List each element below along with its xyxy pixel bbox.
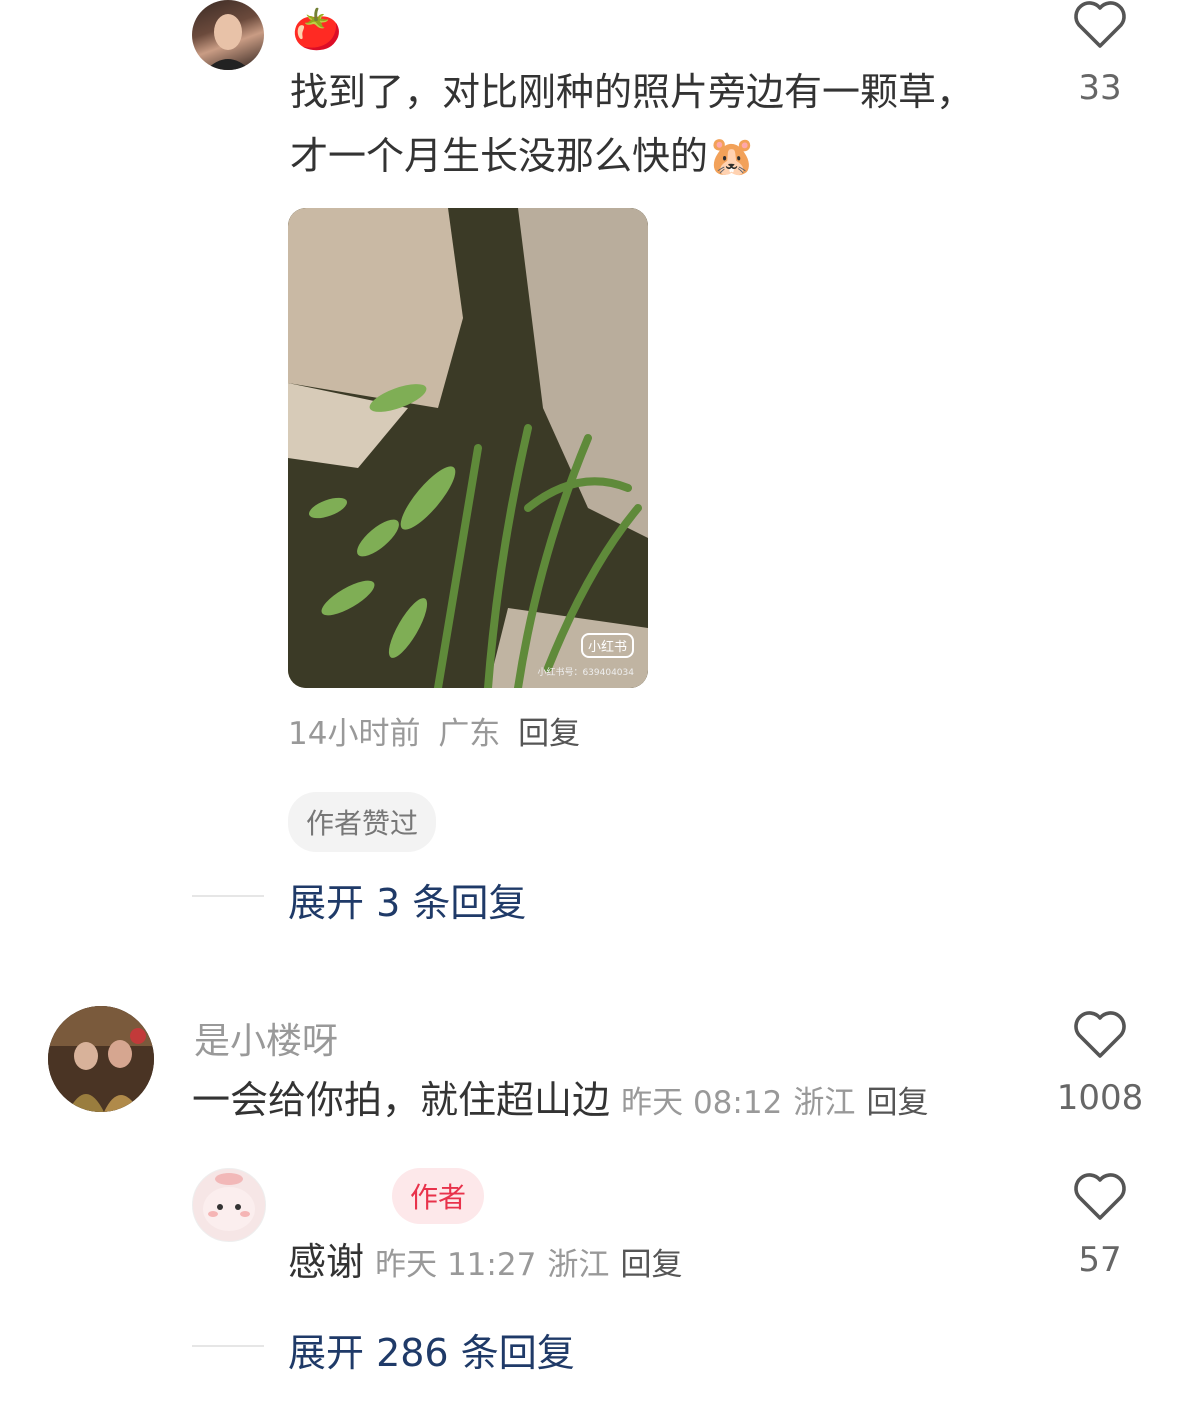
comment-meta: 14小时前 广东 回复 [288,708,580,753]
author-liked-badge: 作者赞过 [288,792,437,852]
like-button[interactable]: 57 [1020,1172,1179,1280]
image-watermark-id: 小红书号：639404034 [537,668,634,678]
comment-text-row: 一会给你拍，就住超山边 昨天 08:12 浙江 回复 [192,1068,929,1132]
comment-text-row: 感谢 昨天 11:27 浙江 回复 [288,1230,683,1294]
divider [192,1345,264,1347]
heart-outline-icon [1074,1011,1126,1058]
reply-button[interactable]: 回复 [518,716,580,752]
tomato-emoji: 🍅 [292,7,342,53]
comment-location: 浙江 [793,1085,856,1121]
comment-location: 浙江 [547,1247,610,1283]
comment-body: 感谢 [288,1240,365,1284]
like-count: 33 [1078,68,1122,108]
heart-outline-icon [1074,1,1126,48]
like-count: 57 [1078,1240,1122,1280]
like-button[interactable]: 1008 [1020,1010,1179,1118]
comment-text: 找到了，对比刚种的照片旁边有一颗草，才一个月生长没那么快的🐹 [290,60,990,188]
comment-location: 广东 [438,716,501,752]
avatar[interactable] [192,0,264,70]
comment-body: 一会给你拍，就住超山边 [192,1078,611,1122]
comment-time: 昨天 11:27 [375,1247,537,1283]
avatar[interactable] [192,1168,266,1242]
expand-replies-button[interactable]: 展开 286 条回复 [288,1322,575,1377]
reply-button[interactable]: 回复 [621,1247,683,1283]
heart-outline-icon [1074,1173,1126,1220]
expand-replies-button[interactable]: 展开 3 条回复 [288,872,526,927]
username[interactable]: 🍅 [292,6,342,53]
like-button[interactable]: 33 [1020,0,1179,108]
like-count: 1008 [1056,1078,1144,1118]
divider [192,895,264,897]
comment-time: 14小时前 [288,716,421,752]
avatar[interactable] [48,1006,154,1112]
author-badge: 作者 [392,1168,485,1224]
comment-time: 昨天 08:12 [621,1085,783,1121]
reply-button[interactable]: 回复 [867,1085,929,1121]
username[interactable]: 是小楼呀 [194,1012,338,1064]
image-watermark: 小红书 [580,633,634,658]
comment-image[interactable]: 小红书 小红书号：639404034 [288,208,648,688]
hamster-emoji: 🐹 [708,134,756,178]
comment-body: 找到了，对比刚种的照片旁边有一颗草，才一个月生长没那么快的 [290,70,975,178]
